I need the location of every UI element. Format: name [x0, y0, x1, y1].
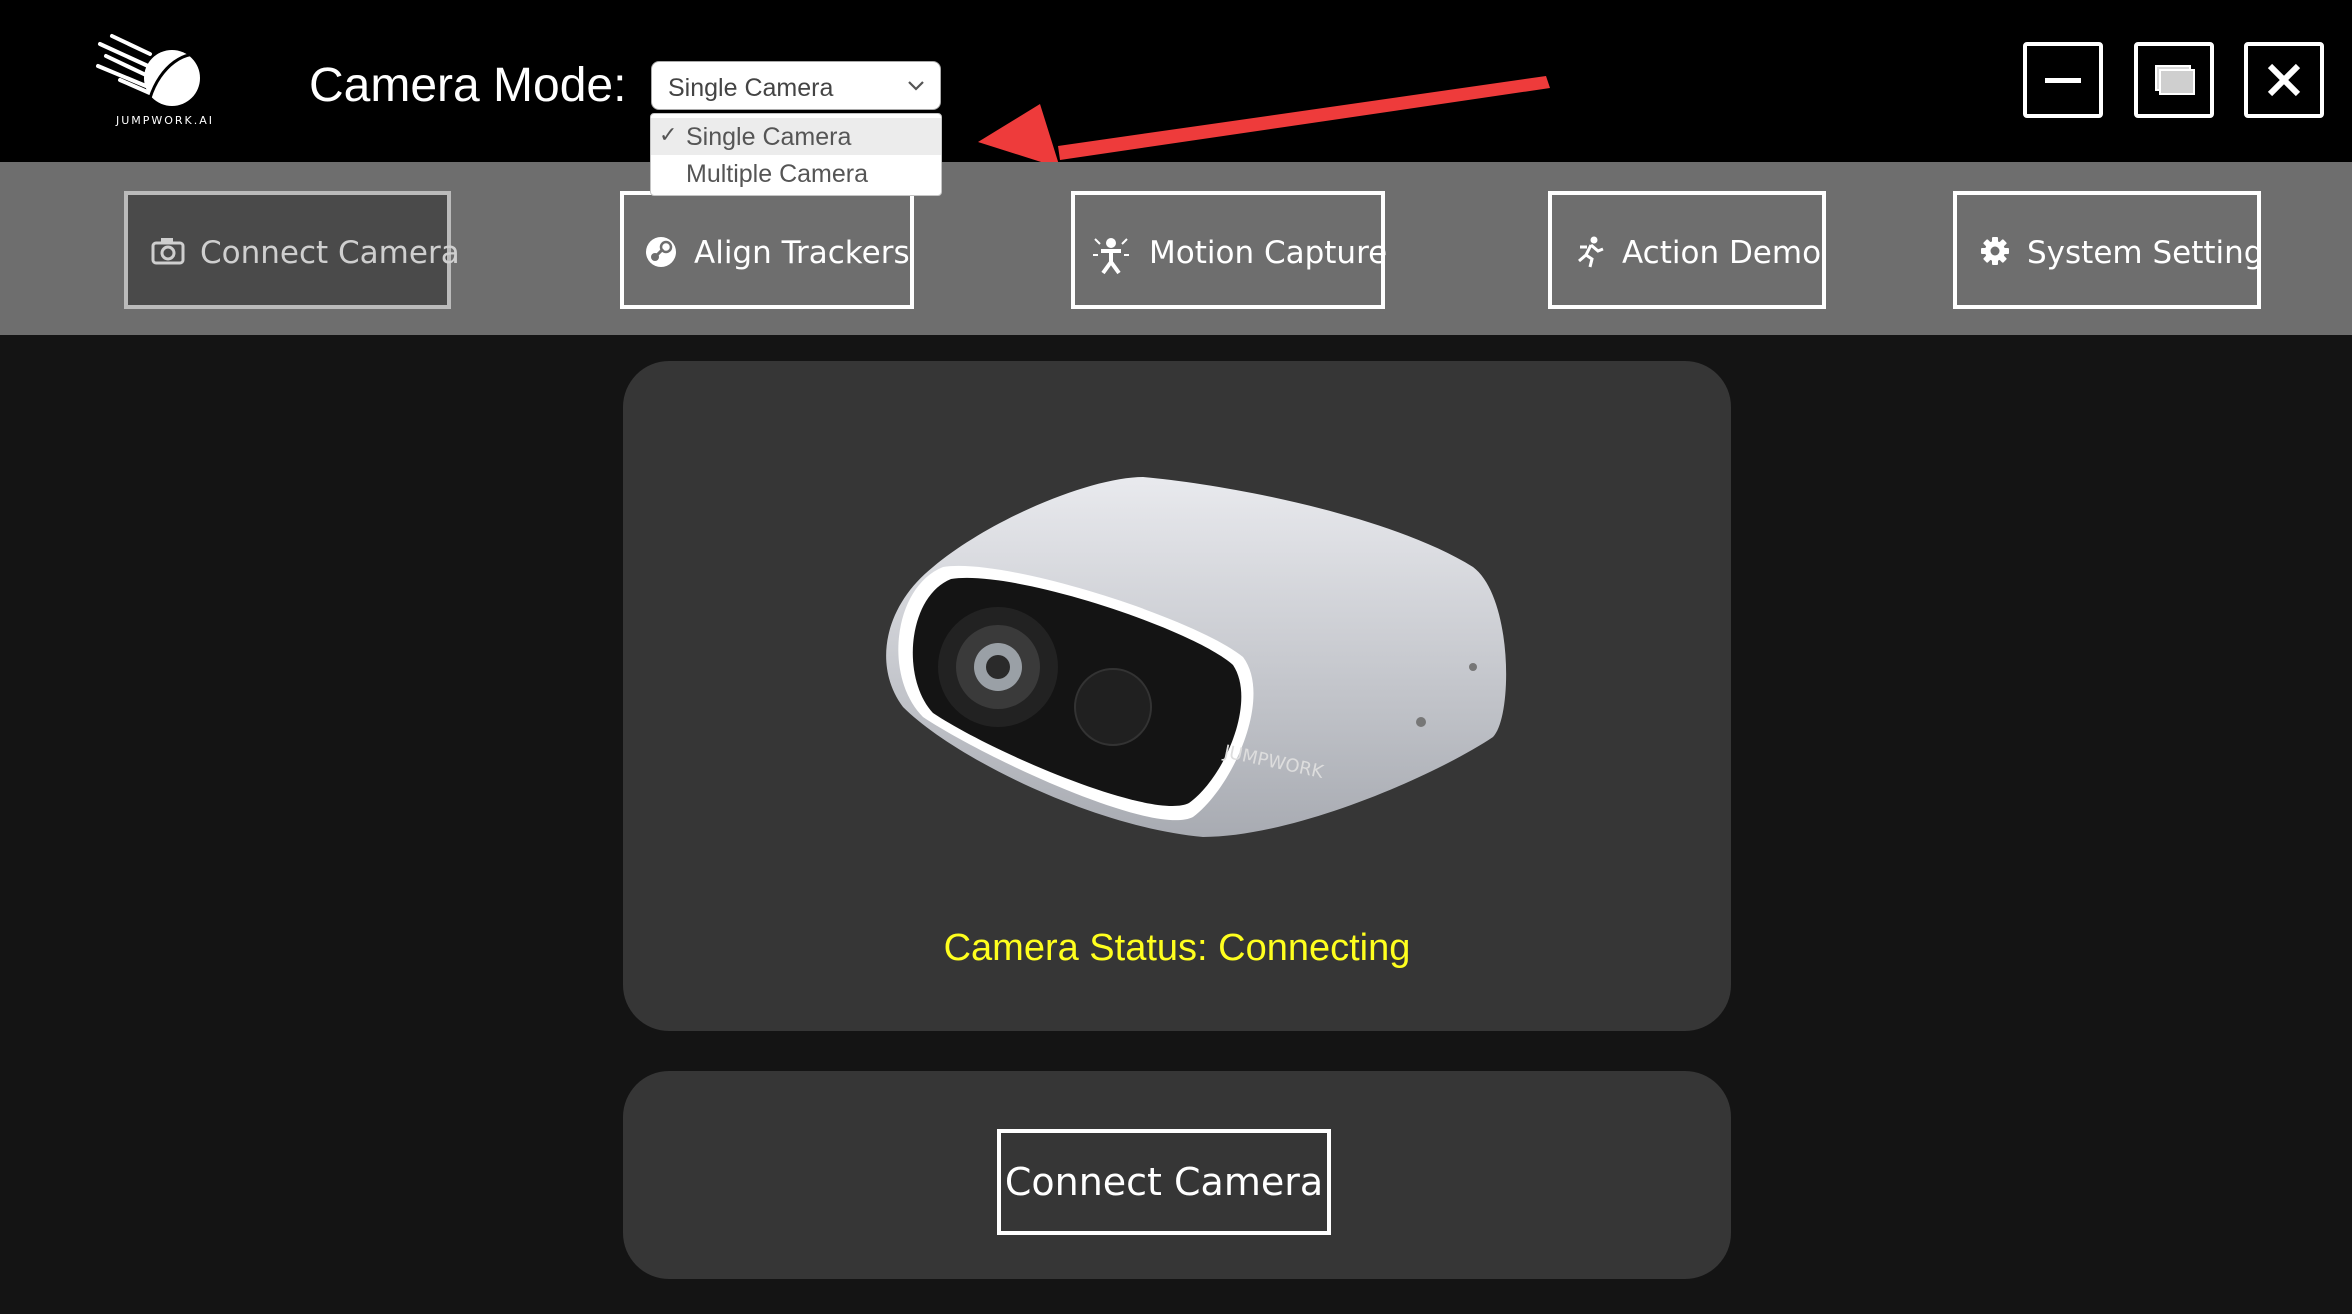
camera-mode-select[interactable]: Single Camera [651, 61, 941, 110]
minimize-icon [2045, 78, 2081, 83]
logo-text: JUMPWORK.AI [115, 114, 215, 127]
toolbar-connect-camera-button[interactable]: Connect Camera [124, 191, 460, 309]
steam-icon [644, 235, 678, 277]
action-panel: Connect Camera [623, 1071, 1731, 1279]
dropdown-option-multiple-camera[interactable]: Multiple Camera [651, 155, 941, 192]
camera-preview-panel: JUMPWORK Camera Status: Connecting [623, 361, 1731, 1031]
jumpwork-logo: JUMPWORK.AI [90, 26, 220, 130]
toolbar-action-demo-button[interactable]: Action Demo [1548, 191, 1826, 309]
minimize-button[interactable] [2023, 42, 2103, 118]
close-icon [2267, 63, 2301, 97]
checkmark-icon: ✓ [659, 122, 678, 147]
main-toolbar: Connect Camera Align Trackers Motion Cap… [0, 162, 2352, 335]
toolbar-item-label: Connect Camera [200, 235, 460, 271]
camera-mode-dropdown: ✓ Single Camera Multiple Camera [650, 113, 942, 196]
person-icon [1091, 235, 1131, 283]
close-button[interactable] [2244, 42, 2324, 118]
maximize-icon [2155, 65, 2195, 95]
option-label: Single Camera [686, 123, 852, 151]
toolbar-item-label: System Setting [2027, 235, 2264, 271]
camera-status-text: Camera Status: Connecting [943, 927, 1411, 969]
chevron-down-icon [906, 75, 926, 100]
camera-device-image: JUMPWORK [886, 477, 1507, 837]
running-icon [1574, 235, 1606, 277]
connect-camera-button[interactable]: Connect Camera [997, 1129, 1331, 1235]
toolbar-item-label: Action Demo [1622, 235, 1822, 271]
toolbar-item-label: Align Trackers [694, 235, 910, 271]
option-label: Multiple Camera [686, 160, 869, 188]
maximize-button[interactable] [2134, 42, 2214, 118]
toolbar-motion-capture-button[interactable]: Motion Capture [1071, 191, 1388, 309]
camera-icon [150, 235, 186, 275]
toolbar-align-trackers-button[interactable]: Align Trackers [620, 191, 914, 309]
toolbar-system-setting-button[interactable]: System Setting [1953, 191, 2264, 309]
toolbar-item-label: Motion Capture [1149, 235, 1388, 271]
camera-mode-label: Camera Mode: [309, 59, 627, 112]
dropdown-option-single-camera[interactable]: ✓ Single Camera [651, 118, 941, 155]
camera-mode-value: Single Camera [668, 74, 834, 102]
gear-icon [1979, 235, 2011, 275]
